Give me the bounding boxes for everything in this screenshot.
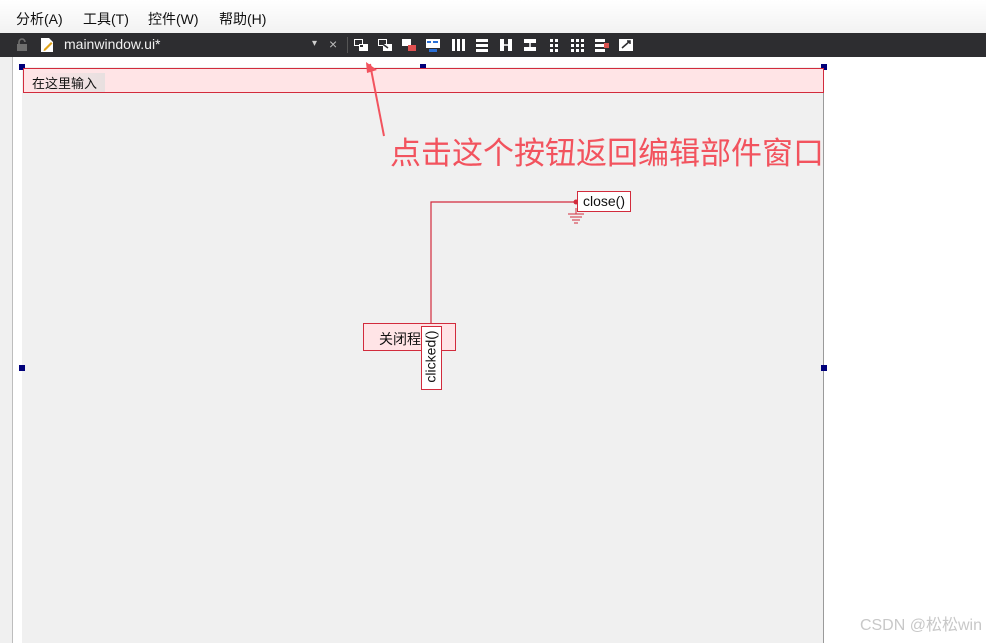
signal-label-text: clicked() bbox=[422, 330, 439, 383]
signal-label: clicked() bbox=[421, 326, 442, 390]
connection-overlay bbox=[366, 62, 584, 329]
annotation-arrowhead bbox=[366, 62, 377, 73]
signal-slot-connection-line bbox=[430, 201, 576, 325]
annotation-text: 点击这个按钮返回编辑部件窗口 bbox=[390, 136, 824, 171]
slot-label: close() bbox=[577, 191, 631, 212]
watermark: CSDN @松松win bbox=[859, 617, 982, 634]
push-button-widget[interactable]: 关闭程序 bbox=[363, 323, 456, 351]
annotation-arrow-line bbox=[369, 63, 385, 137]
